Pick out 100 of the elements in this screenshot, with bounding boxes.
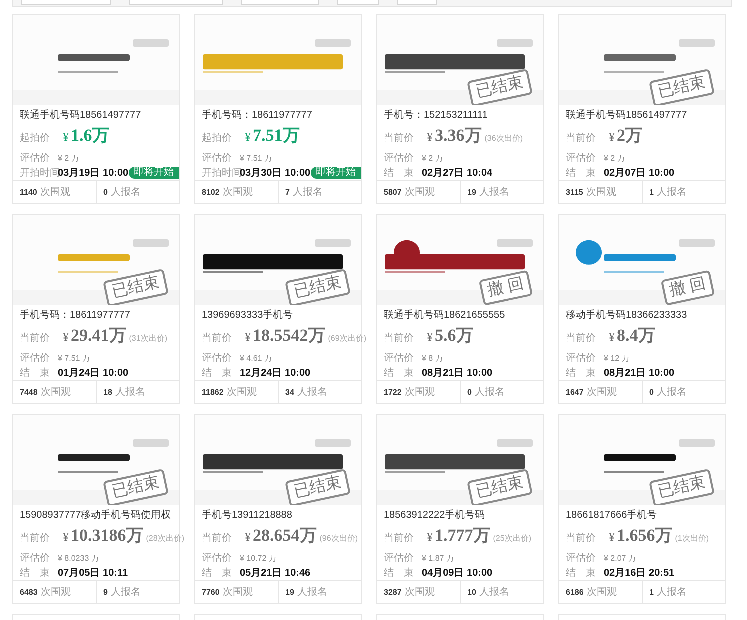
signup-count: 1 (650, 588, 654, 597)
filter-field[interactable] (21, 0, 111, 5)
view-count: 5807 (384, 188, 402, 197)
auction-card[interactable]: 已结束 手机号：152153211111 当前价 ¥3.36万 (36次出价) 评估价 ¥ 2 万 结 束 02月27日 10:04 5807 次围观 19 人报名 (376, 14, 544, 204)
price-label: 当前价 (384, 332, 415, 346)
filter-field[interactable] (397, 0, 437, 5)
view-label: 次围观 (40, 186, 70, 200)
listing-title[interactable]: 13969693333手机号 (202, 309, 357, 324)
price-label: 当前价 (202, 532, 233, 546)
signup-count: 34 (286, 388, 294, 397)
signup-count: 1 (650, 188, 654, 197)
listing-title[interactable]: 手机号码：18611977777 (20, 309, 175, 324)
time-value: 03月30日 10:00 (240, 167, 311, 180)
view-count: 6186 (566, 588, 584, 597)
filter-field[interactable] (241, 0, 319, 5)
price-label: 当前价 (384, 532, 415, 546)
price: ¥1.656万 (609, 525, 672, 548)
estimate-value: ¥ 4.61 万 (240, 353, 272, 366)
time-value: 07月05日 10:11 (58, 567, 128, 580)
signup-count: 0 (104, 188, 108, 197)
signup-label: 人报名 (297, 386, 328, 400)
bid-count: (36次出价) (484, 133, 523, 146)
time-label: 结 束 (384, 167, 415, 180)
estimate-label: 评估价 (20, 352, 51, 366)
estimate-value: ¥ 2 万 (58, 153, 80, 166)
listing-title[interactable]: 联通手机号码18621655555 (384, 309, 539, 324)
signup-label: 人报名 (292, 186, 323, 200)
auction-card[interactable]: 已结束 18661817666手机号 当前价 ¥1.656万 (1次出价) 评估价 ¥ 2.07 万 结 束 02月16日 20:51 6186 次围观 1 人报名 (558, 414, 726, 604)
auction-card[interactable]: 已结束 联通手机号码18561497777 当前价 ¥2万 评估价 ¥ 2 万 结 束 02月07日 10:00 3115 次围观 1 人报名 (558, 14, 726, 204)
view-label: 次围观 (586, 586, 617, 600)
time-value: 08月21日 10:00 (604, 367, 675, 380)
view-label: 次围观 (40, 586, 71, 600)
view-count: 1722 (384, 388, 402, 397)
signup-label: 人报名 (656, 186, 687, 200)
signup-count: 18 (104, 388, 112, 397)
price-label: 当前价 (566, 532, 597, 546)
estimate-label: 评估价 (20, 552, 51, 566)
listing-title[interactable]: 15908937777移动手机号码使用权 (20, 509, 175, 524)
signup-count: 9 (104, 588, 108, 597)
estimate-value: ¥ 7.51 万 (240, 153, 272, 166)
auction-card[interactable]: 撤 回 联通手机号码18621655555 当前价 ¥5.6万 评估价 ¥ 8 万 结 束 08月21日 10:00 1722 次围观 0 人报名 (376, 214, 544, 404)
listing-title[interactable]: 联通手机号码18561497777 (566, 109, 721, 124)
signup-count: 10 (468, 588, 476, 597)
time-label: 结 束 (384, 367, 415, 380)
listing-title[interactable]: 手机号码：18611977777 (202, 109, 357, 124)
time-label: 结 束 (384, 567, 415, 580)
estimate-label: 评估价 (384, 352, 415, 366)
time-label: 结 束 (202, 567, 233, 580)
view-count: 8102 (202, 188, 220, 197)
auction-card[interactable]: 已结束 18563912222手机号码 当前价 ¥1.777万 (25次出价) 评估价 ¥ 1.87 万 结 束 04月09日 10:00 3287 次围观 10 人报名 (376, 414, 544, 604)
status-badge: 即将开始 (311, 167, 361, 180)
auction-card[interactable]: 已结束 手机号码：18611977777 当前价 ¥29.41万 (31次出价) 评估价 ¥ 7.51 万 结 束 01月24日 10:00 7448 次围观 18 人报名 (12, 214, 180, 404)
estimate-label: 评估价 (566, 352, 597, 366)
view-count: 1140 (20, 188, 38, 197)
estimate-value: ¥ 2 万 (422, 153, 444, 166)
listing-title[interactable]: 移动手机号码18366233333 (566, 309, 721, 324)
listing-title[interactable]: 18563912222手机号码 (384, 509, 539, 524)
price: ¥29.41万 (63, 325, 126, 348)
filter-field[interactable] (129, 0, 223, 5)
estimate-value: ¥ 10.72 万 (240, 553, 277, 566)
price-label: 当前价 (202, 332, 233, 346)
time-value: 02月27日 10:04 (422, 167, 493, 180)
time-label: 结 束 (566, 167, 597, 180)
estimate-label: 评估价 (384, 152, 415, 166)
bid-count: (31次出价) (129, 333, 168, 346)
view-label: 次围观 (404, 186, 435, 200)
estimate-label: 评估价 (202, 352, 233, 366)
view-count: 6483 (20, 588, 38, 597)
view-label: 次围观 (226, 386, 257, 400)
price-label: 起拍价 (20, 132, 51, 146)
time-label: 结 束 (566, 367, 597, 380)
signup-label: 人报名 (110, 586, 141, 600)
signup-label: 人报名 (297, 586, 328, 600)
time-value: 02月07日 10:00 (604, 167, 675, 180)
signup-count: 0 (650, 388, 654, 397)
signup-label: 人报名 (474, 386, 505, 400)
signup-label: 人报名 (656, 386, 687, 400)
view-count: 7448 (20, 388, 38, 397)
price: ¥1.6万 (63, 125, 110, 148)
time-label: 结 束 (20, 367, 51, 380)
signup-label: 人报名 (656, 586, 687, 600)
bid-count: (1次出价) (675, 533, 710, 546)
filter-field[interactable] (337, 0, 379, 5)
price: ¥5.6万 (427, 325, 474, 348)
view-count: 1647 (566, 388, 584, 397)
price-label: 起拍价 (202, 132, 233, 146)
signup-label: 人报名 (479, 186, 510, 200)
signup-count: 19 (468, 188, 476, 197)
listing-title[interactable]: 18661817666手机号 (566, 509, 721, 524)
estimate-label: 评估价 (566, 552, 597, 566)
price: ¥3.36万 (427, 125, 482, 148)
listing-title[interactable]: 手机号13911218888 (202, 509, 357, 524)
auction-card[interactable]: 撤 回 移动手机号码18366233333 当前价 ¥8.4万 评估价 ¥ 12 万 结 束 08月21日 10:00 1647 次围观 0 人报名 (558, 214, 726, 404)
signup-label: 人报名 (115, 386, 146, 400)
listing-title[interactable]: 联通手机号码18561497777 (20, 109, 175, 124)
time-value: 05月21日 10:46 (240, 567, 311, 580)
auction-card[interactable]: 已结束 手机号13911218888 当前价 ¥28.654万 (96次出价) 评估价 ¥ 10.72 万 结 束 05月21日 10:46 7760 次围观 19 人报名 (194, 414, 362, 604)
listing-title[interactable]: 手机号：152153211111 (384, 109, 539, 124)
price-label: 当前价 (20, 532, 51, 546)
time-value: 04月09日 10:00 (422, 567, 493, 580)
